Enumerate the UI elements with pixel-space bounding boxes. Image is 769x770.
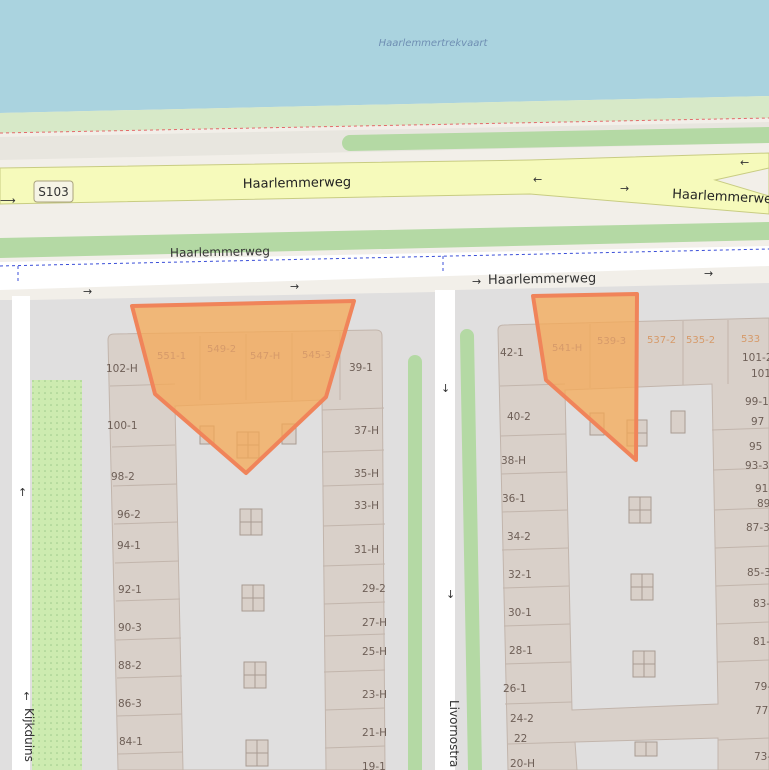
housenumber-label: 551-1 <box>157 351 186 362</box>
housenumber-label: 19-1 <box>362 761 386 770</box>
svg-text:→: → <box>620 182 629 195</box>
housenumber-label: 29-2 <box>362 583 386 595</box>
road-label-service-lower: Haarlemmerweg <box>170 244 270 260</box>
housenumber-label: 102-H <box>106 363 138 375</box>
housenumber-label: 79- <box>754 681 769 693</box>
housenumber-label: 96-2 <box>117 509 141 521</box>
green-median-top <box>342 127 769 151</box>
housenumber-label: 37-H <box>354 425 379 437</box>
street-label-kijkduinstraat: Kijkduins <box>22 708 36 762</box>
housenumber-label: 86-3 <box>118 698 142 710</box>
svg-text:↑: ↑ <box>18 486 27 499</box>
map-canvas[interactable]: Haarlemmertrekvaart S103 Haarlemmerweg H… <box>0 0 769 770</box>
housenumber-label: 541-H <box>552 343 582 354</box>
housenumber-label: 535-2 <box>686 335 715 346</box>
housenumber-label: 90-3 <box>118 622 142 634</box>
block-far-left <box>0 300 12 770</box>
housenumber-label: 547-H <box>250 351 280 362</box>
housenumber-label: 93-3 <box>745 460 769 472</box>
housenumber-label: 30-1 <box>508 607 532 619</box>
water-label: Haarlemmertrekvaart <box>379 38 489 49</box>
housenumber-label: 87-3 <box>746 522 769 534</box>
housenumber-label: 42-1 <box>500 347 524 359</box>
housenumber-label: 33-H <box>354 500 379 512</box>
housenumber-label: 27-H <box>362 617 387 629</box>
svg-text:↑: ↑ <box>22 690 31 703</box>
housenumber-label: 545-3 <box>302 350 331 361</box>
housenumber-label: 83- <box>753 598 769 610</box>
housenumber-label: 73- <box>754 751 769 763</box>
housenumber-label: 32-1 <box>508 569 532 581</box>
road-label-service-right: Haarlemmerweg <box>488 271 596 288</box>
housenumber-label: 23-H <box>362 689 387 701</box>
housenumber-label: 81- <box>753 636 769 648</box>
housenumber-label: 34-2 <box>507 531 531 543</box>
housenumber-label: 77- <box>755 705 769 717</box>
svg-text:←: ← <box>533 173 542 186</box>
housenumber-label: 88-2 <box>118 660 142 672</box>
housenumber-label: 26-1 <box>503 683 527 695</box>
housenumber-label: 36-1 <box>502 493 526 505</box>
grass-strip-right <box>460 329 482 770</box>
housenumber-label: 39-1 <box>349 362 373 374</box>
housenumber-label: 100-1 <box>107 420 138 432</box>
housenumber-label: 97 <box>751 416 764 428</box>
svg-text:→: → <box>704 267 713 280</box>
housenumber-label: 28-1 <box>509 645 533 657</box>
housenumber-label: 24-2 <box>510 713 534 725</box>
housenumber-label: 537-2 <box>647 335 676 346</box>
housenumber-label: 533 <box>741 334 760 345</box>
svg-text:↓: ↓ <box>446 588 455 601</box>
park-area <box>32 380 82 770</box>
housenumber-label: 99-1 <box>745 396 769 408</box>
housenumber-label: 85-3 <box>747 567 769 579</box>
housenumber-label: 98-2 <box>111 471 135 483</box>
housenumber-label: 92-1 <box>118 584 142 596</box>
housenumber-label: 20-H <box>510 758 535 770</box>
housenumber-label: 101 <box>751 368 769 380</box>
housenumber-label: 40-2 <box>507 411 531 423</box>
housenumber-label: 101-2 <box>742 352 769 364</box>
housenumber-label: 84-1 <box>119 736 143 748</box>
canal-water <box>0 0 769 113</box>
svg-text:⟶: ⟶ <box>0 194 16 207</box>
housenumber-label: 549-2 <box>207 344 236 355</box>
housenumber-label: 22 <box>514 733 527 745</box>
housenumber-label: 25-H <box>362 646 387 658</box>
housenumber-label: 89 <box>757 498 769 510</box>
housenumber-label: 35-H <box>354 468 379 480</box>
road-shield-label: S103 <box>38 185 69 199</box>
svg-text:→: → <box>472 275 481 288</box>
housenumber-label: 31-H <box>354 544 379 556</box>
road-label-main-west: Haarlemmerweg <box>243 175 351 192</box>
housenumber-label: 91- <box>755 483 769 495</box>
housenumber-label: 95 <box>749 441 762 453</box>
street-livornostraat[interactable] <box>435 290 455 770</box>
svg-text:←: ← <box>740 156 749 169</box>
svg-text:↓: ↓ <box>441 382 450 395</box>
svg-text:→: → <box>290 280 299 293</box>
street-label-livornostraat: Livornostra <box>447 700 461 767</box>
housenumber-label: 21-H <box>362 727 387 739</box>
housenumber-label: 539-3 <box>597 336 626 347</box>
housenumber-label: 38-H <box>501 455 526 467</box>
housenumber-label: 94-1 <box>117 540 141 552</box>
svg-text:→: → <box>83 285 92 298</box>
